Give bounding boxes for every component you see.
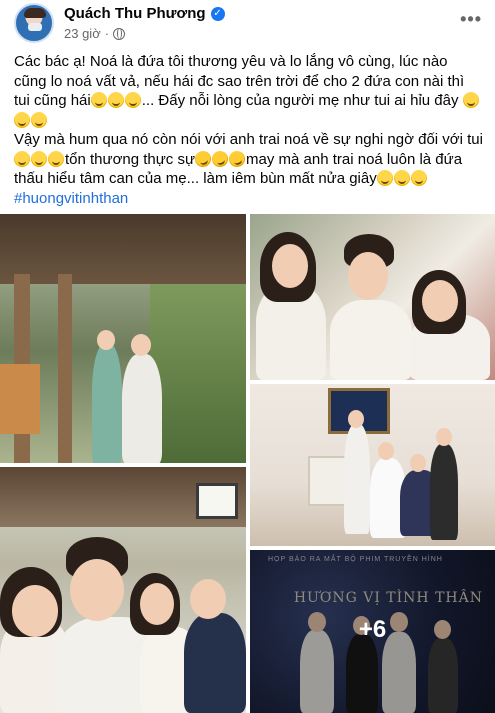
- author-name[interactable]: Quách Thu Phương: [64, 5, 206, 22]
- man-white-suit: [122, 354, 162, 463]
- photo-press-event[interactable]: HỌP BÁO RA MẮT BỘ PHIM TRUYỀN HÌNH HƯƠNG…: [250, 550, 495, 713]
- post-meta: 23 giờ ·: [64, 26, 126, 41]
- verified-badge-icon: ✓: [210, 6, 225, 21]
- temple-roof: [0, 214, 246, 284]
- man-dark-suit: [184, 613, 246, 713]
- rofl-face-icon: [226, 148, 248, 169]
- woman2-head: [436, 428, 452, 446]
- lantern-stand: [0, 364, 40, 434]
- avatar-mask: [28, 23, 42, 31]
- thinking-face-icon: [107, 92, 124, 108]
- post-paragraph-3: #huongvitinhthan: [14, 189, 484, 209]
- sad-face-icon: [393, 170, 410, 186]
- man-face: [348, 252, 388, 300]
- thinking-face-icon: [31, 111, 47, 128]
- meta-separator: ·: [104, 26, 110, 41]
- man-white-suit: [330, 300, 412, 380]
- sad-face-icon: [376, 170, 393, 186]
- grimacing-face-icon: [48, 150, 64, 167]
- woman-left-face: [12, 585, 58, 637]
- man-standing: [344, 424, 370, 534]
- studio-light: [196, 483, 238, 519]
- avatar-hair: [24, 8, 46, 18]
- post-text-part: Vậy mà hum qua nó còn nói với anh trai n…: [14, 131, 483, 148]
- grimacing-face-icon: [14, 150, 30, 167]
- post-paragraph-1: Các bác ạ! Noá là đứa tôi thương yêu và …: [14, 52, 484, 130]
- temple-pillar: [58, 274, 72, 463]
- rofl-face-icon: [192, 148, 214, 169]
- man-head: [131, 334, 151, 356]
- post-text-part: tổn thương thực sự: [65, 150, 196, 168]
- man-face: [70, 559, 124, 621]
- thinking-face-icon: [90, 92, 107, 108]
- author-avatar[interactable]: [14, 3, 54, 43]
- rofl-face-icon: [209, 148, 231, 169]
- woman-right-face: [140, 583, 174, 625]
- post-text: Các bác ạ! Noá là đứa tôi thương yêu và …: [14, 52, 484, 208]
- photo-couple-temple[interactable]: [0, 214, 246, 463]
- post-paragraph-2: Vậy mà hum qua nó còn nói với anh trai n…: [14, 130, 484, 189]
- facebook-post: Quách Thu Phương ✓ 23 giờ · ••• Các bác …: [0, 0, 495, 713]
- photo-indoor-group[interactable]: [250, 384, 495, 546]
- more-options-button[interactable]: •••: [460, 9, 482, 30]
- author-name-row: Quách Thu Phương ✓: [64, 5, 225, 22]
- woman-head: [97, 330, 115, 350]
- trees: [150, 284, 246, 463]
- thinking-face-icon: [124, 92, 141, 108]
- photo-selfie-three[interactable]: [250, 214, 495, 380]
- photo-selfie-four[interactable]: [0, 467, 246, 713]
- woman-standing-dark: [430, 444, 458, 540]
- man2-head: [410, 454, 426, 472]
- woman-head: [378, 442, 394, 460]
- grimacing-face-icon: [31, 150, 47, 167]
- post-text-part: ... Đấy nỗi lòng của người mẹ như tui ai…: [141, 92, 459, 109]
- woman-ao-dai: [92, 344, 122, 463]
- globe-icon[interactable]: [113, 27, 126, 40]
- more-photos-count[interactable]: +6: [250, 616, 495, 644]
- hashtag-link[interactable]: #huongvitinhthan: [14, 190, 128, 207]
- thinking-face-icon: [14, 111, 30, 128]
- woman-face: [272, 244, 308, 288]
- thinking-face-icon: [462, 92, 479, 108]
- sad-face-icon: [410, 170, 427, 186]
- post-time[interactable]: 23 giờ: [64, 26, 101, 41]
- woman2-face: [422, 280, 458, 322]
- photo-grid: HỌP BÁO RA MẮT BỘ PHIM TRUYỀN HÌNH HƯƠNG…: [0, 214, 495, 713]
- man-head: [348, 410, 364, 428]
- post-header: Quách Thu Phương ✓ 23 giờ · •••: [14, 3, 484, 47]
- man2-face: [190, 579, 226, 619]
